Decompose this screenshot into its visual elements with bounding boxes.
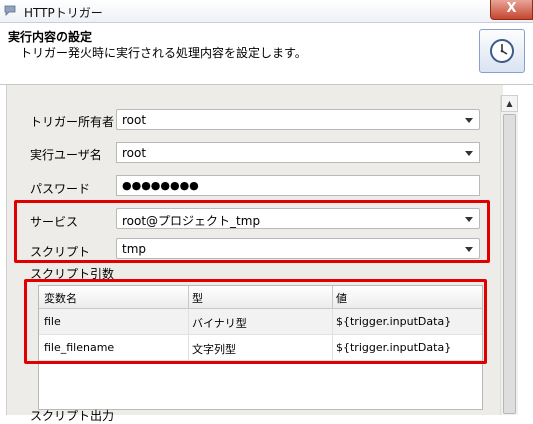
password-label: パスワード	[30, 182, 91, 196]
owner-label: トリガー所有者	[30, 115, 115, 129]
owner-select[interactable]: root	[116, 109, 480, 130]
script-value: tmp	[122, 242, 147, 256]
exec-user-value: root	[122, 146, 147, 160]
column-header-name[interactable]: 変数名	[44, 290, 77, 306]
speech-bubble-icon	[4, 5, 16, 16]
vertical-scrollbar[interactable]: ▲	[500, 95, 518, 415]
cell-value: ${trigger.inputData}	[336, 341, 452, 354]
script-args-table: 変数名 型 値 file バイナリ型 ${trigger.inputData} …	[38, 285, 483, 410]
service-label: サービス	[30, 215, 79, 229]
cell-value: ${trigger.inputData}	[336, 315, 452, 328]
password-input[interactable]: ●●●●●●●●	[116, 175, 480, 196]
section-header: 実行内容の設定 トリガー発火時に実行される処理内容を設定します。	[0, 23, 533, 85]
table-header: 変数名 型 値	[39, 286, 482, 309]
scroll-up-arrow-icon[interactable]: ▲	[501, 95, 518, 112]
script-output-label: スクリプト出力	[30, 409, 115, 423]
chevron-down-icon	[465, 118, 473, 123]
window-title: HTTPトリガー	[24, 6, 103, 20]
service-select[interactable]: root@プロジェクト_tmp	[116, 208, 480, 229]
column-header-value[interactable]: 値	[336, 290, 347, 306]
password-value: ●●●●●●●●	[122, 179, 199, 192]
chevron-down-icon	[465, 151, 473, 156]
script-args-label: スクリプト引数	[30, 267, 115, 281]
cell-name: file	[44, 315, 61, 328]
script-select[interactable]: tmp	[116, 238, 480, 259]
close-button[interactable]: X	[490, 0, 533, 20]
chevron-down-icon	[465, 247, 473, 252]
table-row[interactable]: file バイナリ型 ${trigger.inputData}	[39, 309, 482, 335]
exec-user-label: 実行ユーザ名	[30, 148, 102, 162]
column-header-type[interactable]: 型	[192, 290, 203, 306]
cell-type: バイナリ型	[192, 317, 247, 330]
table-row[interactable]: file_filename 文字列型 ${trigger.inputData}	[39, 335, 482, 361]
clock-icon	[479, 29, 525, 73]
chevron-down-icon	[465, 217, 473, 222]
service-value: root@プロジェクト_tmp	[122, 214, 261, 228]
exec-user-input[interactable]: root	[116, 142, 480, 163]
cell-name: file_filename	[44, 341, 115, 354]
owner-value: root	[122, 113, 147, 127]
cell-type: 文字列型	[192, 343, 236, 356]
scroll-thumb[interactable]	[503, 114, 516, 414]
title-bar: HTTPトリガー X	[0, 0, 533, 23]
section-title: 実行内容の設定	[8, 30, 93, 44]
section-description: トリガー発火時に実行される処理内容を設定します。	[20, 46, 307, 60]
script-label: スクリプト	[30, 245, 91, 259]
